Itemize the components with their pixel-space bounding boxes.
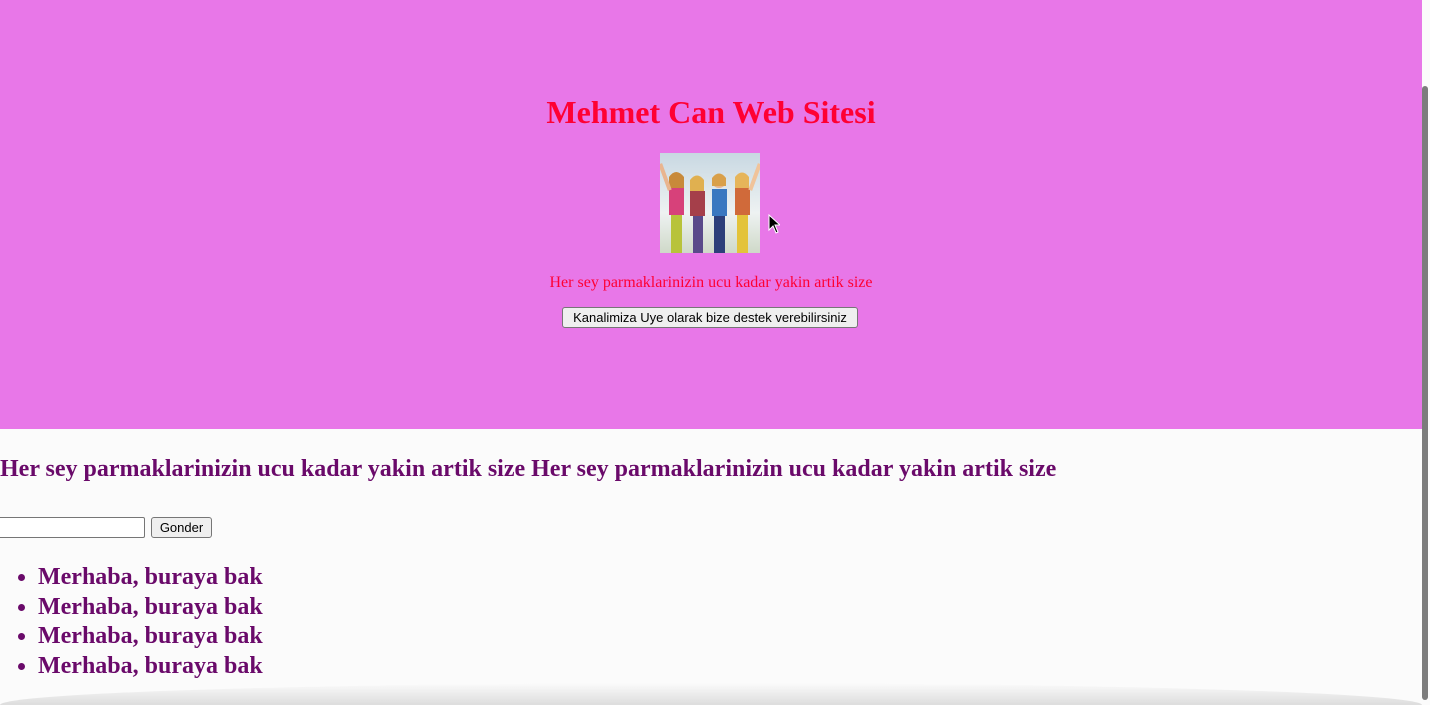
hero-tagline: Her sey parmaklarinizin ucu kadar yakin …: [549, 274, 873, 291]
scrollbar-thumb[interactable]: [1422, 86, 1428, 700]
list-item: Merhaba, buraya bak: [38, 622, 263, 652]
greeting-list: Merhaba, buraya bak Merhaba, buraya bak …: [0, 563, 263, 681]
subscribe-button[interactable]: Kanalimiza Uye olarak bize destek verebi…: [562, 307, 858, 328]
page: Mehmet Can Web Sitesi Her sey parmaklari…: [0, 0, 1422, 705]
mouse-cursor-icon: [768, 214, 780, 234]
list-item: Merhaba, buraya bak: [38, 652, 263, 682]
text-input[interactable]: [0, 517, 145, 538]
list-item: Merhaba, buraya bak: [38, 563, 263, 593]
list-item: Merhaba, buraya bak: [38, 593, 263, 623]
content-heading: Her sey parmaklarinizin ucu kadar yakin …: [0, 456, 1057, 482]
children-photo: [660, 153, 760, 253]
children-photo-image: [660, 153, 760, 253]
bottom-shadow: [0, 683, 1422, 705]
vertical-scrollbar[interactable]: [1422, 0, 1430, 705]
send-button[interactable]: Gonder: [151, 517, 212, 538]
hero-section: Mehmet Can Web Sitesi Her sey parmaklari…: [0, 0, 1422, 429]
page-title: Mehmet Can Web Sitesi: [546, 94, 876, 130]
